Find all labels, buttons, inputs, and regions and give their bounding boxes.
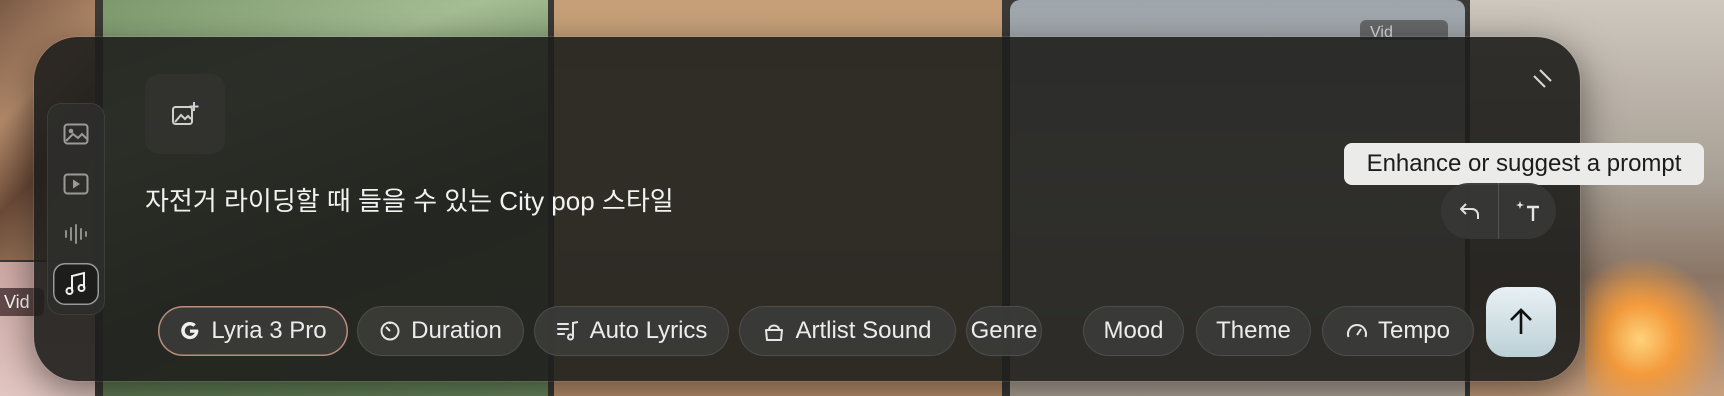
google-g-icon [181,321,199,340]
mode-video-button[interactable] [53,163,99,205]
auto-lyrics-button[interactable]: Auto Lyrics [534,306,729,356]
enhance-prompt-button[interactable] [1498,183,1556,239]
tooltip: Enhance or suggest a prompt [1344,143,1704,185]
speedometer-icon [1346,324,1367,338]
collapse-icon [1533,69,1552,88]
lyrics-icon [556,321,578,341]
artlist-sound-button[interactable]: Artlist Sound [739,306,956,356]
genre-button[interactable]: Genre [966,306,1042,356]
prompt-input[interactable]: 자전거 라이딩할 때 들을 수 있는 City pop 스타일 [145,183,1295,219]
image-icon [63,123,89,145]
tempo-label: Tempo [1377,317,1451,344]
audio-waveform-icon [65,224,87,244]
collapse-button[interactable] [1527,64,1557,94]
duration-button[interactable]: Duration [357,306,524,356]
mood-button[interactable]: Mood [1083,306,1184,356]
auto-lyrics-label: Auto Lyrics [589,317,708,344]
fire-glow [1585,255,1724,396]
model-selector[interactable]: Lyria 3 Pro [158,306,348,356]
music-note-icon [65,271,86,295]
add-reference-image-button[interactable] [145,74,225,154]
bag-icon [765,324,784,341]
mode-rail [47,103,105,315]
mode-music-button[interactable] [53,263,99,305]
theme-button[interactable]: Theme [1196,306,1311,356]
timer-icon [380,321,400,341]
mode-image-button[interactable] [53,113,99,155]
theme-label: Theme [1216,317,1291,344]
duration-label: Duration [411,317,502,344]
genre-label: Genre [970,317,1038,344]
arrow-up-icon [1510,308,1532,334]
prompt-tools-group [1441,183,1556,239]
undo-icon [1459,203,1479,219]
model-label: Lyria 3 Pro [211,317,327,344]
sparkle-text-icon [1515,201,1539,221]
add-image-icon [172,102,199,125]
mode-audio-button[interactable] [53,213,99,255]
generate-button[interactable] [1486,287,1556,357]
tempo-button[interactable]: Tempo [1322,306,1474,356]
undo-button[interactable] [1441,183,1498,239]
mood-label: Mood [1103,317,1164,344]
video-icon [63,173,89,195]
artlist-sound-label: Artlist Sound [795,317,932,344]
